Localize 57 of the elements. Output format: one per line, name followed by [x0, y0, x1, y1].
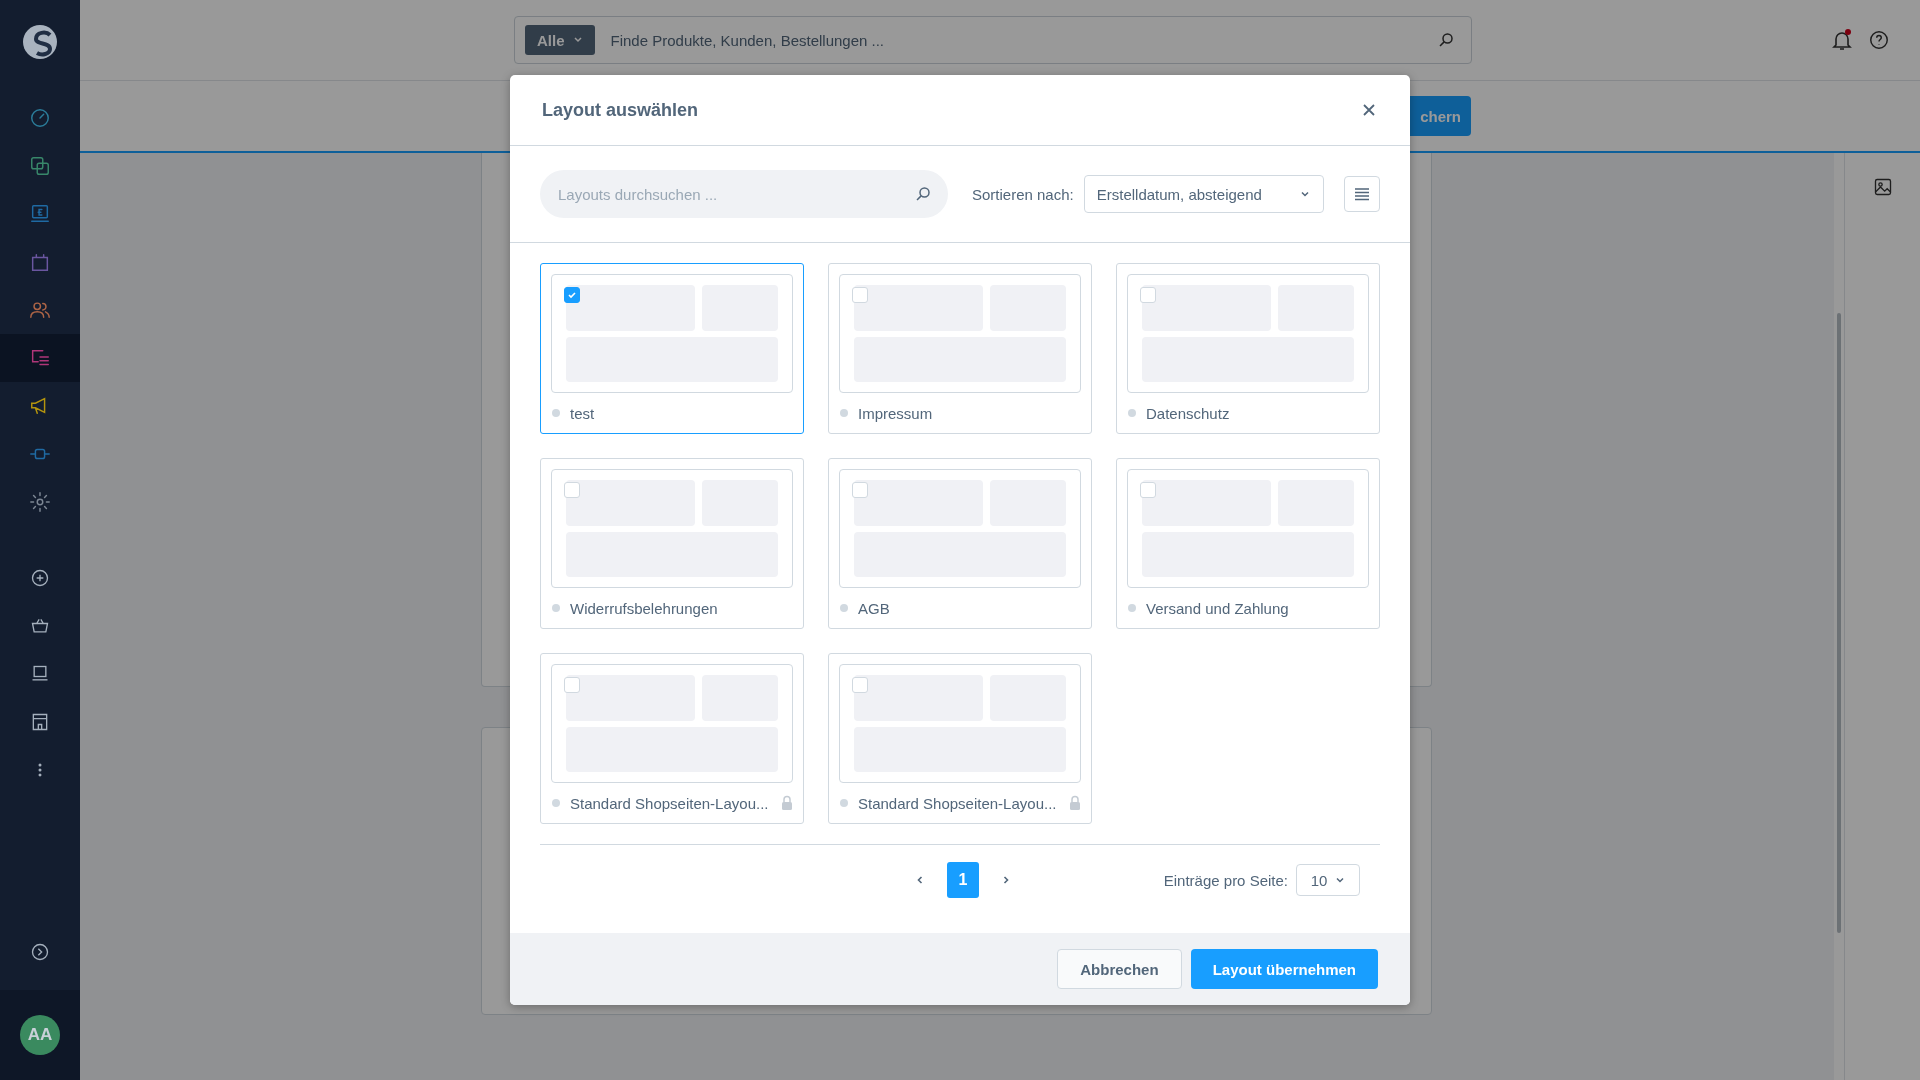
status-dot: [840, 799, 848, 807]
status-dot: [552, 799, 560, 807]
search-input[interactable]: Finde Produkte, Kunden, Bestellungen ...: [608, 30, 1423, 50]
check-icon: [567, 290, 577, 300]
status-dot: [552, 604, 560, 612]
search-field[interactable]: Layouts durchsuchen ...: [540, 170, 948, 218]
per-page-dropdown[interactable]: 10: [1296, 864, 1360, 896]
list-icon: [1353, 187, 1370, 201]
register-icon[interactable]: [30, 664, 50, 684]
search-input[interactable]: Layouts durchsuchen ...: [556, 184, 914, 204]
basket-icon[interactable]: [30, 616, 50, 636]
sort-dropdown[interactable]: Erstelldatum, absteigend: [1083, 175, 1324, 213]
layout-card[interactable]: AGB: [828, 458, 1092, 629]
next-page-icon[interactable]: [1001, 875, 1011, 885]
layout-name: test: [570, 404, 596, 422]
checkbox[interactable]: [564, 287, 580, 303]
layout-name: Versand und Zahlung: [1146, 599, 1290, 617]
layout-card[interactable]: Versand und Zahlung: [1116, 458, 1380, 629]
help-icon[interactable]: [1868, 29, 1890, 51]
layout-name: AGB: [858, 599, 891, 617]
layout-card[interactable]: Widerrufsbelehrungen: [540, 458, 804, 629]
close-icon[interactable]: [1362, 103, 1376, 117]
store-icon[interactable]: [30, 712, 50, 732]
list-view-button[interactable]: [1343, 176, 1380, 212]
layout-card[interactable]: test: [540, 263, 804, 434]
layout-card[interactable]: Datenschutz: [1116, 263, 1380, 434]
status-dot: [1128, 604, 1136, 612]
layout-card[interactable]: Impressum: [828, 263, 1092, 434]
add-icon[interactable]: [30, 568, 50, 588]
bell-icon[interactable]: [1830, 28, 1854, 52]
layout-name: Standard Shopseiten-Layou...: [858, 794, 1058, 812]
modal-title: Layout auswählen: [542, 99, 699, 121]
expand-icon[interactable]: [30, 942, 50, 962]
previous-page-icon[interactable]: [915, 875, 925, 885]
status-dot: [1128, 409, 1136, 417]
image-icon[interactable]: [1872, 177, 1893, 197]
search-icon[interactable]: [1437, 31, 1455, 49]
chevron-icon: [1335, 875, 1346, 885]
chevron-icon: [572, 35, 583, 45]
logo-icon: [20, 22, 60, 62]
layout-card[interactable]: Standard Shopseiten-Layou...: [540, 653, 804, 824]
search-icon: [914, 185, 932, 203]
status-dot: [552, 409, 560, 417]
global-search-field[interactable]: Alle Finde Produkte, Kunden, Bestellungen ...: [514, 16, 1472, 64]
sort-label: Sortieren nach:: [972, 185, 1074, 203]
layout-name: Widerrufsbelehrungen: [570, 599, 719, 617]
layout-card[interactable]: Standard Shopseiten-Layou...: [828, 653, 1092, 824]
scrollbar[interactable]: [1834, 153, 1844, 1080]
layout-name: Datenschutz: [1146, 404, 1231, 422]
status-dot: [840, 604, 848, 612]
layout-name: Standard Shopseiten-Layou...: [570, 794, 770, 812]
cancel-button[interactable]: Abbrechen: [1057, 949, 1182, 989]
nav-item[interactable]: [0, 334, 80, 382]
per-page-label: Einträge pro Seite:: [1163, 871, 1288, 889]
status-dot: [840, 409, 848, 417]
scope-dropdown[interactable]: Alle: [525, 25, 595, 55]
layout-name: Impressum: [858, 404, 934, 422]
